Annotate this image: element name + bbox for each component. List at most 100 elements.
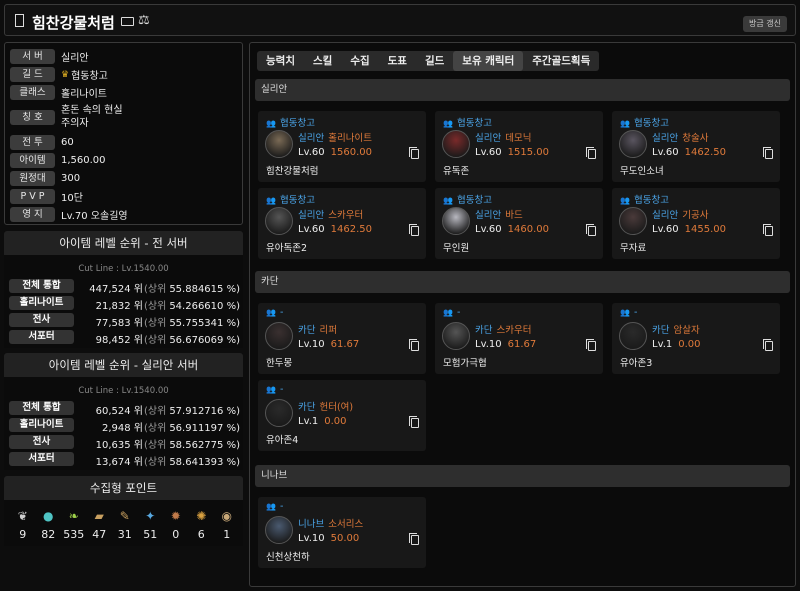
people-icon: 👥 bbox=[443, 196, 453, 205]
character-avatar bbox=[265, 322, 293, 350]
character-card[interactable]: 👥 - 카단 헌터(여) Lv.1 0.00 유아존4 bbox=[258, 380, 426, 451]
character-class: 바드 bbox=[505, 210, 523, 221]
scale-icon[interactable]: ⚖ bbox=[138, 13, 150, 28]
character-card[interactable]: 👥 - 카단 암살자 Lv.1 0.00 유아존3 bbox=[612, 303, 780, 374]
adventure-note-icon: ✎ bbox=[119, 509, 130, 523]
copy-icon[interactable] bbox=[409, 339, 419, 351]
guild-name: 협동창고 bbox=[633, 195, 669, 206]
character-card[interactable]: 👥 - 니나브 소서리스 Lv.10 50.00 신천상천하 bbox=[258, 497, 426, 568]
collection-item[interactable]: ✦ 51 bbox=[138, 508, 164, 541]
refresh-button[interactable]: 방금 갱신 bbox=[743, 16, 787, 32]
rank-label: 홀리나이트 bbox=[9, 296, 74, 310]
character-name: 유아존3 bbox=[620, 358, 653, 369]
collection-item[interactable]: ◉ 1 bbox=[214, 508, 240, 541]
guild-line: 👥 협동창고 bbox=[620, 115, 669, 129]
character-server: 실리안 창술사 bbox=[652, 130, 708, 144]
level-value: Lv.60 bbox=[475, 147, 502, 158]
level-value: Lv.1 bbox=[298, 416, 319, 427]
character-level: Lv.10 61.67 bbox=[298, 339, 359, 350]
rank-prefix: (상위 bbox=[144, 284, 167, 295]
character-card[interactable]: 👥 협동창고 실리안 창술사 Lv.60 1462.50 무도인소녀 bbox=[612, 111, 780, 182]
tab-4[interactable]: 길드 bbox=[416, 51, 453, 71]
tab-1[interactable]: 스킬 bbox=[304, 51, 341, 71]
info-value: 협동창고 bbox=[71, 71, 108, 82]
collection-item[interactable]: ✎ 31 bbox=[112, 508, 138, 541]
character-name: 힘찬강물처럼 bbox=[266, 166, 319, 177]
level-value: Lv.60 bbox=[652, 224, 679, 235]
rank-number: 13,674 위 bbox=[95, 457, 143, 468]
collection-points-panel: 수집형 포인트 ❦ 9 ● 82 ❧ 535 ▰ 47 ✎ 31 ✦ 51 ✹ 0 ✺ 6 ◉ 1 bbox=[4, 476, 243, 546]
rank-row: 홀리나이트 21,832 위 (상위 54.266610 %) bbox=[4, 296, 243, 312]
info-label: P V P bbox=[10, 189, 55, 204]
character-card[interactable]: 👥 협동창고 실리안 데모닉 Lv.60 1515.00 유독존 bbox=[435, 111, 603, 182]
collection-count: 9 bbox=[19, 528, 27, 541]
character-class: 소서리스 bbox=[328, 519, 364, 530]
character-avatar bbox=[265, 207, 293, 235]
rank-percent: (상위 54.266610 %) bbox=[144, 297, 240, 312]
copy-icon[interactable] bbox=[409, 416, 419, 428]
ignea-token-icon: ✦ bbox=[145, 509, 156, 523]
info-row: 클래스 홀리나이트 bbox=[10, 85, 107, 100]
info-label: 서 버 bbox=[10, 49, 55, 64]
people-icon: 👥 bbox=[266, 308, 276, 317]
guild-name: - bbox=[456, 307, 461, 318]
character-card[interactable]: 👥 협동창고 실리안 홀리나이트 Lv.60 1560.00 힘찬강물처럼 bbox=[258, 111, 426, 182]
character-card[interactable]: 👥 - 카단 스카우터 Lv.10 61.67 모험가극협 bbox=[435, 303, 603, 374]
tab-5[interactable]: 보유 캐릭터 bbox=[453, 51, 524, 71]
guild-line: 👥 협동창고 bbox=[266, 192, 315, 206]
collection-item[interactable]: ❧ 535 bbox=[61, 508, 87, 541]
collection-count: 47 bbox=[92, 528, 107, 541]
collection-item[interactable]: ✺ 6 bbox=[189, 508, 215, 541]
character-avatar bbox=[619, 207, 647, 235]
tab-6[interactable]: 주간골드획득 bbox=[523, 51, 599, 71]
bookmark-icon[interactable] bbox=[15, 14, 24, 27]
guild-name: - bbox=[633, 307, 638, 318]
guild-name: 협동창고 bbox=[633, 118, 669, 129]
level-value: Lv.60 bbox=[298, 224, 325, 235]
people-icon: 👥 bbox=[620, 308, 630, 317]
info-row: 서 버 실리안 bbox=[10, 49, 89, 64]
item-level: 0.00 bbox=[324, 416, 347, 427]
collection-item[interactable]: ● 82 bbox=[36, 508, 62, 541]
copy-icon[interactable] bbox=[586, 147, 596, 159]
collection-item[interactable]: ✹ 0 bbox=[163, 508, 189, 541]
character-card[interactable]: 👥 협동창고 실리안 바드 Lv.60 1460.00 무인원 bbox=[435, 188, 603, 259]
people-icon: 👥 bbox=[266, 196, 276, 205]
collection-item[interactable]: ❦ 9 bbox=[10, 508, 36, 541]
rank-number: 447,524 위 bbox=[89, 284, 143, 295]
character-name: 무인원 bbox=[443, 243, 470, 254]
cut-line: Cut Line : Lv.1540.00 bbox=[78, 386, 169, 396]
info-label: 아이템 bbox=[10, 153, 55, 168]
level-value: Lv.60 bbox=[298, 147, 325, 158]
character-card[interactable]: 👥 협동창고 실리안 스카우터 Lv.60 1462.50 유아독존2 bbox=[258, 188, 426, 259]
character-level: Lv.1 0.00 bbox=[652, 339, 701, 350]
tab-2[interactable]: 수집 bbox=[341, 51, 378, 71]
server-name: 실리안 bbox=[475, 210, 502, 221]
tab-3[interactable]: 도표 bbox=[379, 51, 416, 71]
copy-icon[interactable] bbox=[586, 224, 596, 236]
guild-line: 👥 - bbox=[266, 307, 283, 318]
copy-icon[interactable] bbox=[409, 533, 419, 545]
info-label: 칭 호 bbox=[10, 109, 55, 125]
tab-0[interactable]: 능력치 bbox=[257, 51, 304, 71]
copy-icon[interactable] bbox=[586, 339, 596, 351]
rank-percent-value: 56.911197 %) bbox=[169, 423, 240, 434]
copy-icon[interactable] bbox=[409, 224, 419, 236]
collection-item[interactable]: ▰ 47 bbox=[87, 508, 113, 541]
rank-server-panel: 아이템 레벨 순위 - 실리안 서버 Cut Line : Lv.1540.00… bbox=[4, 353, 243, 470]
copy-icon[interactable] bbox=[763, 339, 773, 351]
rank-number: 2,948 위 bbox=[101, 423, 143, 434]
character-name: 유아존4 bbox=[266, 435, 299, 446]
character-card[interactable]: 👥 협동창고 실리안 기공사 Lv.60 1455.00 무자료 bbox=[612, 188, 780, 259]
copy-icon[interactable] bbox=[409, 147, 419, 159]
copy-icon[interactable] bbox=[763, 147, 773, 159]
character-class: 리퍼 bbox=[319, 325, 337, 336]
island-heart-icon: ● bbox=[43, 509, 54, 523]
rank-percent: (상위 58.641393 %) bbox=[144, 453, 240, 468]
copy-icon[interactable] bbox=[763, 224, 773, 236]
rank-label: 전사 bbox=[9, 313, 74, 327]
id-card-icon[interactable] bbox=[121, 17, 134, 26]
character-server: 실리안 데모닉 bbox=[475, 130, 531, 144]
info-value: 1,560.00 bbox=[61, 155, 106, 166]
character-card[interactable]: 👥 - 카단 리퍼 Lv.10 61.67 한두몽 bbox=[258, 303, 426, 374]
